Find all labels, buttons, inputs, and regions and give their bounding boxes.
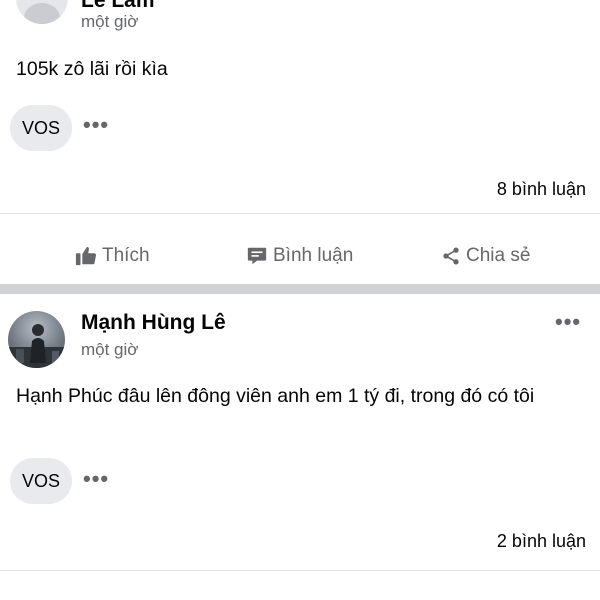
more-options-icon[interactable]: ••• — [83, 112, 109, 138]
comment-count-link[interactable]: 2 bình luận — [497, 531, 586, 552]
group-tag-button[interactable]: VOS — [10, 458, 73, 504]
avatar-body — [24, 3, 60, 24]
post-separator — [0, 284, 600, 294]
avatar[interactable] — [16, 0, 68, 24]
comment-icon — [247, 247, 267, 265]
share-label: Chia sẻ — [466, 245, 531, 266]
comment-count-link[interactable]: 8 bình luận — [497, 179, 586, 200]
more-options-icon[interactable]: ••• — [83, 466, 109, 492]
divider — [0, 213, 600, 214]
like-button[interactable]: Thích — [75, 245, 150, 267]
post-text: 105k zô lãi rồi kìa — [16, 58, 168, 80]
post-author-name[interactable]: Mạnh Hùng Lê — [81, 311, 226, 335]
post-time[interactable]: một giờ — [81, 340, 138, 360]
group-tag-button[interactable]: VOS — [10, 105, 73, 151]
comment-button[interactable]: Bình luận — [246, 245, 353, 267]
thumbs-up-icon — [75, 246, 97, 266]
post-text: Hạnh Phúc đâu lên đông viên anh em 1 tý … — [16, 385, 535, 407]
post-time[interactable]: một giờ — [81, 12, 138, 32]
avatar[interactable] — [8, 311, 65, 368]
like-label: Thích — [102, 245, 150, 266]
share-button[interactable]: Chia sẻ — [441, 245, 530, 267]
comment-label: Bình luận — [273, 245, 354, 266]
divider — [0, 570, 600, 571]
avatar-photo-image — [8, 324, 65, 368]
more-options-icon[interactable]: ••• — [555, 309, 581, 335]
share-icon — [443, 247, 459, 265]
